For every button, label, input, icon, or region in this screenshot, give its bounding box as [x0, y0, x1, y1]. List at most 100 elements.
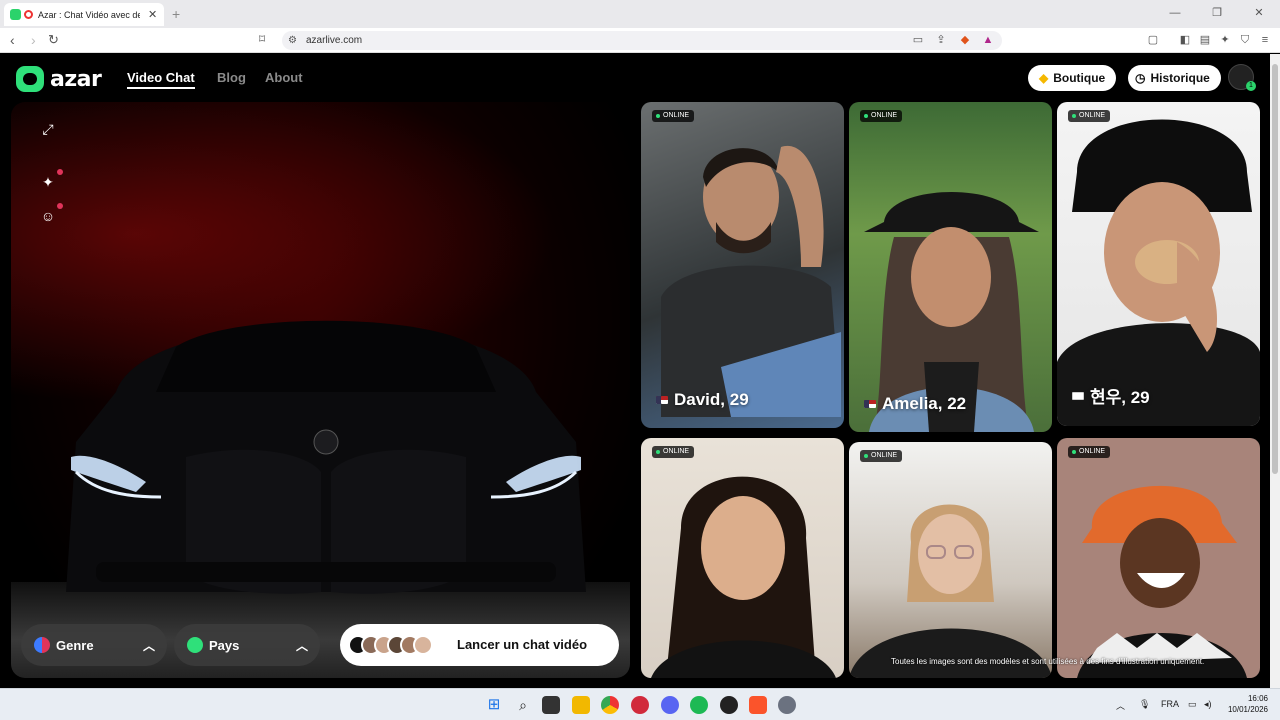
reload-icon[interactable]: ↻: [48, 32, 59, 48]
online-badge: ONLINE: [860, 110, 903, 122]
chrome-icon[interactable]: [601, 696, 619, 714]
online-badge: ONLINE: [652, 110, 695, 122]
country-selector[interactable]: Pays ︿: [174, 624, 320, 666]
profile-card[interactable]: ONLINE: [849, 442, 1052, 678]
fullscreen-icon[interactable]: ⤢: [38, 119, 58, 139]
file-explorer-icon[interactable]: [572, 696, 590, 714]
site-info-icon[interactable]: ⚙: [288, 31, 297, 50]
avatar-stack: [348, 635, 433, 655]
historique-button[interactable]: ◷ Historique: [1128, 65, 1221, 91]
minimize-icon[interactable]: —: [1154, 0, 1196, 28]
country-label: Pays: [209, 637, 240, 653]
chevron-up-icon: ︿: [142, 639, 155, 653]
sidebar-icon[interactable]: ◧: [1178, 33, 1192, 47]
online-badge: ONLINE: [1068, 110, 1111, 122]
clock-time: 16:06: [1247, 694, 1268, 703]
address-bar[interactable]: ⚙ azarlive.com: [282, 31, 1002, 50]
settings-icon[interactable]: [778, 696, 796, 714]
person-photo: [849, 504, 1052, 678]
windows-taskbar: ⊞ ⌕ ︿ 🎙 FRA ▭ ◂) 16:06 10/01/2026: [0, 688, 1280, 720]
disclaimer-text: Toutes les images sont des modèles et so…: [891, 657, 1205, 666]
profile-card[interactable]: ONLINE 현우, 29: [1057, 102, 1260, 426]
browser-tab[interactable]: Azar : Chat Vidéo avec de no ✕: [4, 3, 164, 26]
scrollbar-thumb[interactable]: [1272, 64, 1278, 474]
flag-us-icon: [656, 396, 668, 404]
start-chat-label: Lancer un chat vidéo: [457, 637, 588, 652]
diamond-icon: ◆: [1039, 71, 1049, 85]
start-video-chat-button[interactable]: Lancer un chat vidéo: [340, 624, 619, 666]
forward-icon[interactable]: ›: [31, 32, 36, 48]
boutique-button[interactable]: ◆ Boutique: [1028, 65, 1117, 91]
profile-name: Amelia, 22: [864, 394, 966, 414]
profile-card[interactable]: ONLINE: [641, 438, 844, 678]
chevron-up-icon: ︿: [295, 639, 308, 653]
cast-icon[interactable]: ▭: [911, 33, 925, 47]
person-photo: [651, 476, 836, 678]
logo-text: azar: [50, 66, 102, 92]
person-photo: [1057, 119, 1260, 426]
sticker-icon[interactable]: ☺: [38, 203, 63, 226]
steam-icon[interactable]: [720, 696, 738, 714]
vpn-icon[interactable]: ⛉: [1238, 33, 1252, 47]
reader-icon[interactable]: ▢: [1146, 33, 1160, 47]
brave-shield-icon[interactable]: ◆: [958, 33, 972, 47]
nav-blog[interactable]: Blog: [217, 70, 246, 85]
bookmark-icon[interactable]: ⌑: [259, 32, 265, 46]
wallet-icon[interactable]: ▤: [1198, 33, 1212, 47]
azar-logo-icon: [16, 66, 44, 92]
language-indicator[interactable]: FRA: [1161, 699, 1179, 709]
new-tab-button[interactable]: +: [172, 6, 180, 22]
gender-selector[interactable]: Genre ︿: [21, 624, 167, 666]
clock-date: 10/01/2026: [1227, 705, 1268, 714]
menu-icon[interactable]: ≡: [1258, 33, 1272, 47]
share-icon[interactable]: ⇪: [934, 33, 948, 47]
notification-dot: [57, 203, 63, 209]
flag-kr-icon: [1072, 391, 1084, 400]
task-view-icon[interactable]: [542, 696, 560, 714]
nav-video-chat[interactable]: Video Chat: [127, 70, 195, 89]
brave-rewards-icon[interactable]: ▲: [981, 33, 995, 47]
online-badge: ONLINE: [1068, 446, 1111, 458]
search-icon[interactable]: ⌕: [514, 696, 532, 714]
flag-us-icon: [864, 400, 876, 408]
spotify-icon[interactable]: [690, 696, 708, 714]
profile-avatar[interactable]: 1: [1228, 64, 1256, 91]
page-scrollbar[interactable]: [1270, 54, 1280, 688]
car-image: [66, 320, 586, 594]
brave-icon[interactable]: [749, 696, 767, 714]
leo-ai-icon[interactable]: ✦: [1218, 33, 1232, 47]
window-controls: — ❐ ✕: [1154, 0, 1280, 28]
volume-icon[interactable]: ◂): [1204, 699, 1212, 710]
opera-gx-icon[interactable]: [631, 696, 649, 714]
browser-tab-bar: Azar : Chat Vidéo avec de no ✕ + — ❐ ✕: [0, 0, 1280, 28]
person-photo: [1077, 485, 1247, 678]
profile-name: David, 29: [656, 390, 749, 410]
recording-icon: [24, 10, 33, 19]
effects-icon[interactable]: ✦: [38, 169, 63, 192]
taskbar-clock[interactable]: 16:06 10/01/2026: [1228, 693, 1268, 715]
discord-icon[interactable]: [661, 696, 679, 714]
nav-about[interactable]: About: [265, 70, 303, 85]
gender-icon: [34, 637, 50, 653]
profile-card[interactable]: ONLINE: [1057, 438, 1260, 678]
clock-icon: ◷: [1135, 71, 1146, 85]
tray-chevron-icon[interactable]: ︿: [1116, 699, 1125, 712]
url-text: azarlive.com: [306, 35, 363, 46]
tab-title: Azar : Chat Vidéo avec de no: [38, 9, 140, 20]
azar-logo[interactable]: azar: [16, 66, 102, 92]
gender-label: Genre: [56, 637, 94, 653]
avatar: [413, 635, 433, 655]
restore-icon[interactable]: ❐: [1196, 0, 1238, 28]
profile-card[interactable]: ONLINE David, 29: [641, 102, 844, 428]
close-window-icon[interactable]: ✕: [1238, 0, 1280, 28]
back-icon[interactable]: ‹: [10, 32, 15, 48]
microphone-icon[interactable]: 🎙: [1139, 699, 1150, 710]
profile-name-text: Amelia, 22: [882, 394, 967, 413]
close-tab-icon[interactable]: ✕: [148, 8, 157, 21]
network-icon[interactable]: ▭: [1188, 699, 1197, 710]
windows-start-icon[interactable]: ⊞: [485, 696, 503, 714]
notification-dot: [57, 169, 63, 175]
avatar-badge: 1: [1246, 81, 1256, 91]
profile-name: 현우, 29: [1072, 383, 1150, 408]
profile-card[interactable]: ONLINE Amelia, 22: [849, 102, 1052, 432]
